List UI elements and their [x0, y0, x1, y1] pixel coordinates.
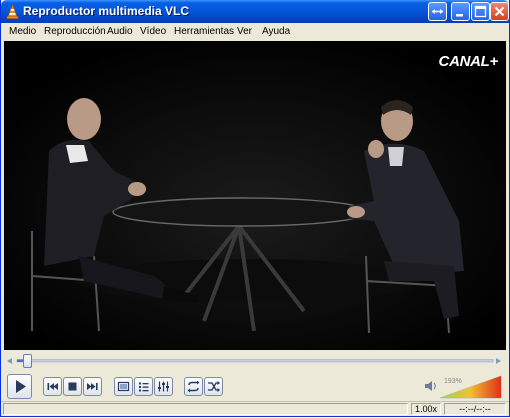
volume-slider[interactable]: [439, 375, 503, 399]
video-display[interactable]: CANAL+: [4, 41, 506, 350]
playlist-icon: [139, 382, 149, 392]
video-frame: [4, 41, 506, 350]
stop-icon: [68, 382, 77, 391]
menu-reproduccion[interactable]: Reproducción: [44, 26, 106, 37]
time-display[interactable]: --:--/--:--: [444, 403, 506, 415]
resize-button[interactable]: [428, 2, 447, 21]
menu-audio[interactable]: Audio: [107, 26, 133, 37]
menu-herramientas[interactable]: Herramientas: [174, 26, 234, 37]
minimize-icon: [456, 14, 463, 17]
next-button[interactable]: [83, 377, 102, 396]
menu-video[interactable]: Vídeo: [140, 26, 166, 37]
menu-ver[interactable]: Ver: [237, 26, 252, 37]
status-bar: 1.00x --:--/--:--: [1, 401, 509, 416]
shuffle-icon: [208, 381, 220, 392]
previous-icon: [47, 383, 58, 390]
extended-settings-icon: [158, 381, 169, 392]
seek-bar[interactable]: [1, 352, 509, 370]
menu-bar: Medio Reproducción Audio Vídeo Herramien…: [1, 23, 509, 41]
minimize-button[interactable]: [451, 2, 470, 21]
play-icon: [16, 380, 26, 393]
next-icon: [87, 383, 98, 390]
fullscreen-button[interactable]: [114, 377, 133, 396]
loop-icon: [187, 380, 200, 393]
previous-button[interactable]: [43, 377, 62, 396]
seek-track: [7, 358, 501, 364]
extended-settings-button[interactable]: [154, 377, 173, 396]
menu-ayuda[interactable]: Ayuda: [262, 26, 290, 37]
seek-back-arrow-icon: [7, 358, 12, 364]
close-button[interactable]: [490, 2, 509, 21]
playback-speed[interactable]: 1.00x: [411, 403, 441, 415]
resize-icon: [432, 9, 443, 14]
control-bar: 193%: [1, 372, 509, 402]
play-button[interactable]: [7, 374, 32, 399]
channel-logo: CANAL+: [438, 53, 499, 70]
maximize-button[interactable]: [471, 2, 490, 21]
seek-slider-handle[interactable]: [22, 354, 32, 368]
close-icon: [494, 6, 505, 17]
playlist-button[interactable]: [134, 377, 153, 396]
fullscreen-icon: [117, 381, 130, 392]
shuffle-button[interactable]: [204, 377, 223, 396]
stop-button[interactable]: [63, 377, 82, 396]
seek-forward-arrow-icon: [496, 358, 501, 364]
maximize-icon: [474, 5, 487, 18]
status-message-area: [3, 403, 408, 415]
title-bar[interactable]: Reproductor multimedia VLC: [1, 0, 509, 23]
vlc-cone-icon: [6, 4, 19, 19]
vlc-window: Reproductor multimedia VLC Medio Reprodu…: [0, 0, 510, 417]
loop-button[interactable]: [184, 377, 203, 396]
speaker-icon[interactable]: [424, 380, 438, 392]
window-title: Reproductor multimedia VLC: [23, 4, 190, 18]
menu-medio[interactable]: Medio: [9, 26, 36, 37]
